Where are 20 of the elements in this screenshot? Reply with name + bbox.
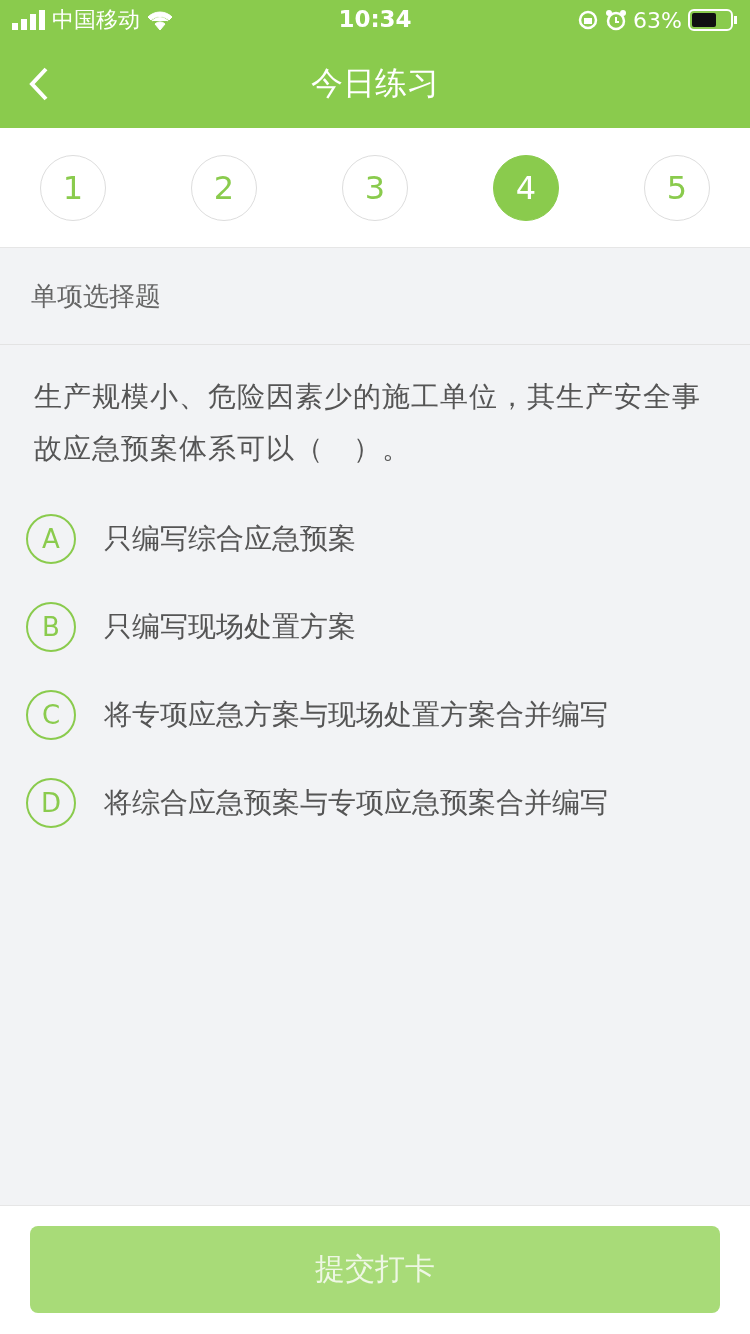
- question-number-tab[interactable]: 3: [342, 155, 408, 221]
- answer-option[interactable]: C 将专项应急方案与现场处置方案合并编写: [0, 671, 750, 759]
- question-number-tab[interactable]: 4: [493, 155, 559, 221]
- question-number-tab[interactable]: 5: [644, 155, 710, 221]
- battery-icon: [688, 9, 738, 31]
- rotation-lock-icon: [577, 9, 600, 31]
- page-title: 今日练习: [311, 63, 439, 104]
- carrier-name: 中国移动: [52, 6, 140, 34]
- answer-option[interactable]: A 只编写综合应急预案: [0, 495, 750, 583]
- question-text: 生产规模小、危险因素少的施工单位，其生产安全事故应急预案体系可以（ ）。: [33, 379, 702, 467]
- signal-icon: [12, 10, 46, 30]
- question-number-tab[interactable]: 2: [191, 155, 257, 221]
- battery-percent: 63%: [633, 7, 682, 33]
- clock-time: 10:34: [338, 6, 412, 32]
- wifi-icon: [146, 10, 174, 30]
- question-type: 单项选择题: [31, 279, 161, 313]
- question-number-tab[interactable]: 1: [40, 155, 106, 221]
- answer-option[interactable]: B 只编写现场处置方案: [0, 583, 750, 671]
- answer-option[interactable]: D 将综合应急预案与专项应急预案合并编写: [0, 759, 750, 847]
- alarm-icon: [605, 9, 628, 31]
